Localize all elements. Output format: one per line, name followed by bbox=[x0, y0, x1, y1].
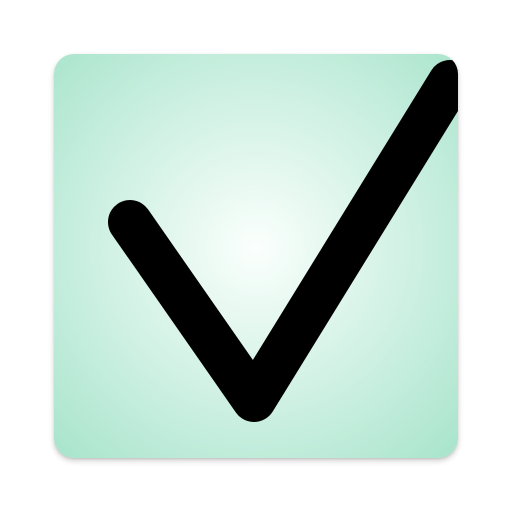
checkmark-icon bbox=[54, 54, 458, 458]
app-icon-canvas bbox=[0, 0, 512, 512]
app-icon-tile[interactable] bbox=[54, 54, 458, 458]
